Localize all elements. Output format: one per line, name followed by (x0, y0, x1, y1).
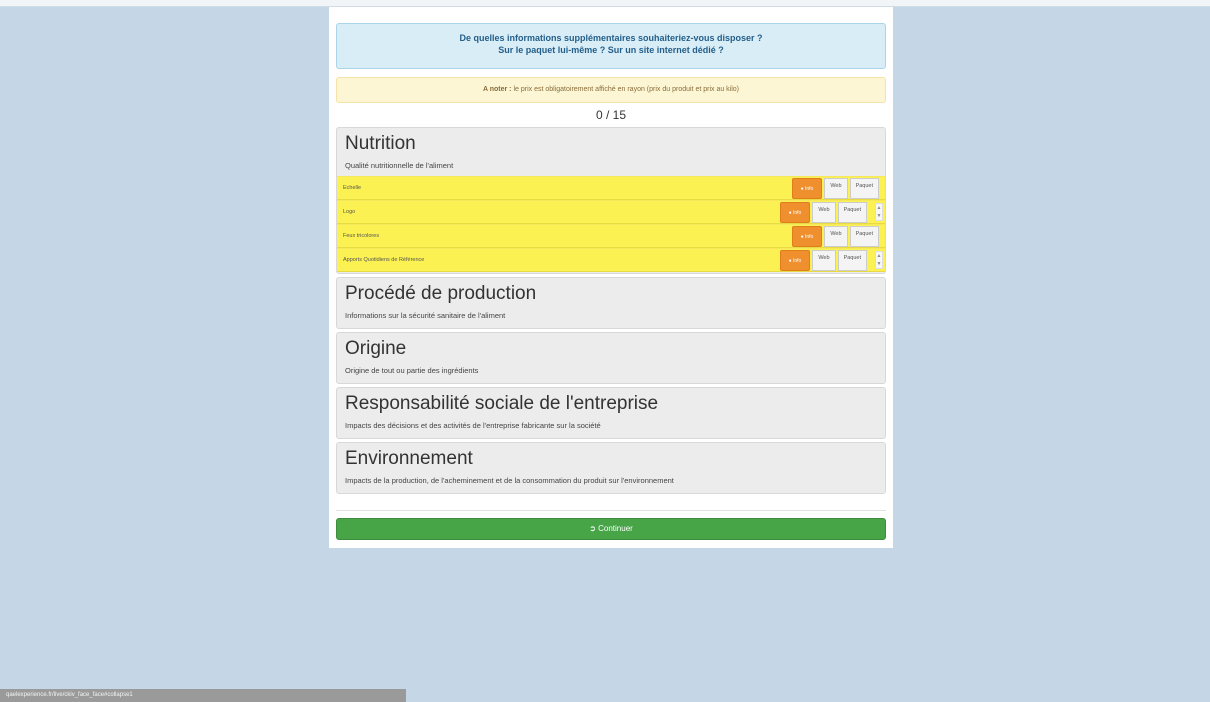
list-item: Apports Quotidiens de Référence ● Info W… (337, 248, 885, 272)
item-buttons: ● Info Web Paquet (779, 250, 867, 271)
section-responsabilite-sociale[interactable]: Responsabilité sociale de l'entreprise I… (336, 387, 886, 439)
continue-wrapper: ➲ Continuer (336, 518, 886, 540)
question-alert: De quelles informations supplémentaires … (336, 23, 886, 69)
item-buttons: ● Info Web Paquet (779, 202, 867, 223)
question-line2: Sur le paquet lui-même ? Sur un site int… (498, 45, 724, 55)
section-title: Environnement (345, 448, 473, 469)
paquet-button[interactable]: Paquet (849, 178, 879, 199)
info-circle-icon: ● (800, 186, 804, 192)
section-environnement[interactable]: Environnement Impacts de la production, … (336, 442, 886, 494)
paquet-button[interactable]: Paquet (837, 202, 867, 223)
reorder-handle[interactable]: ▲ ▼ (875, 251, 883, 269)
top-border (0, 0, 1210, 7)
info-circle-icon: ● (788, 258, 792, 264)
note-text: le prix est obligatoirement affiché en r… (513, 86, 740, 93)
nutrition-items: Echelle ● Info Web Paquet Logo ● Info We… (337, 176, 885, 272)
section-title: Responsabilité sociale de l'entreprise (345, 393, 659, 414)
survey-container: De quelles informations supplémentaires … (329, 7, 893, 548)
info-circle-icon: ● (788, 210, 792, 216)
selection-counter: 0 / 15 (595, 108, 627, 122)
info-button[interactable]: ● Info (779, 202, 811, 223)
web-button[interactable]: Web (812, 250, 836, 271)
list-item: Feux tricolores ● Info Web Paquet (337, 224, 885, 248)
section-title: Origine (345, 338, 407, 359)
item-buttons: ● Info Web Paquet (791, 226, 879, 247)
browser-status-bar: qaelexperience.fr/live/ckiv_face_face#co… (0, 689, 406, 702)
info-button[interactable]: ● Info (791, 178, 823, 199)
reorder-handle[interactable]: ▲ ▼ (875, 203, 883, 221)
section-nutrition[interactable]: Nutrition Qualité nutritionnelle de l'al… (336, 127, 886, 274)
info-label: Info (793, 210, 802, 216)
list-item: Logo ● Info Web Paquet ▲ ▼ (337, 200, 885, 224)
arrow-circle-icon: ➲ (589, 524, 596, 533)
item-label: Logo (343, 209, 356, 215)
info-button[interactable]: ● Info (779, 250, 811, 271)
item-buttons: ● Info Web Paquet (791, 178, 879, 199)
web-button[interactable]: Web (824, 178, 848, 199)
continue-button[interactable]: ➲ Continuer (336, 518, 886, 540)
paquet-button[interactable]: Paquet (837, 250, 867, 271)
section-subtitle: Origine de tout ou partie des ingrédient… (345, 366, 479, 375)
section-subtitle: Qualité nutritionnelle de l'aliment (345, 161, 454, 170)
continue-label: Continuer (598, 524, 633, 533)
section-subtitle: Impacts des décisions et des activités d… (345, 421, 601, 430)
section-title: Procédé de production (345, 283, 537, 304)
web-button[interactable]: Web (812, 202, 836, 223)
info-label: Info (805, 234, 814, 240)
paquet-button[interactable]: Paquet (849, 226, 879, 247)
note-label: A noter : (482, 86, 512, 93)
item-label: Feux tricolores (343, 233, 380, 239)
section-origine[interactable]: Origine Origine de tout ou partie des in… (336, 332, 886, 384)
info-button[interactable]: ● Info (791, 226, 823, 247)
divider (336, 510, 886, 511)
item-label: Echelle (343, 185, 362, 191)
info-label: Info (805, 186, 814, 192)
list-item: Echelle ● Info Web Paquet (337, 176, 885, 200)
section-title: Nutrition (345, 133, 416, 154)
section-subtitle: Impacts de la production, de l'acheminem… (345, 476, 674, 485)
section-procede-production[interactable]: Procédé de production Informations sur l… (336, 277, 886, 329)
question-line1: De quelles informations supplémentaires … (459, 33, 763, 43)
item-label: Apports Quotidiens de Référence (343, 257, 425, 263)
web-button[interactable]: Web (824, 226, 848, 247)
note-alert: A noter : le prix est obligatoirement af… (336, 77, 886, 103)
info-circle-icon: ● (800, 234, 804, 240)
section-subtitle: Informations sur la sécurité sanitaire d… (345, 311, 506, 320)
info-label: Info (793, 258, 802, 264)
